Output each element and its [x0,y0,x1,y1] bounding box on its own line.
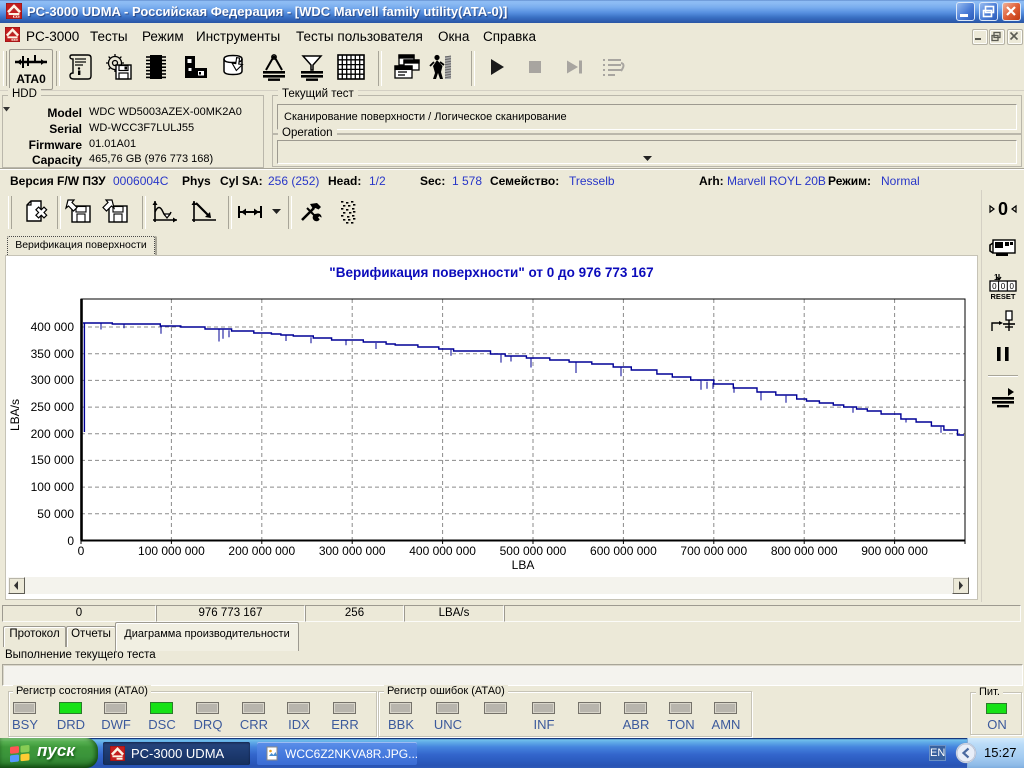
svg-text:0: 0 [992,282,997,291]
svg-text:RESET: RESET [990,292,1015,300]
svg-text:0: 0 [1001,282,1006,291]
svg-text:0: 0 [1009,282,1014,291]
svg-text:0: 0 [998,199,1008,219]
